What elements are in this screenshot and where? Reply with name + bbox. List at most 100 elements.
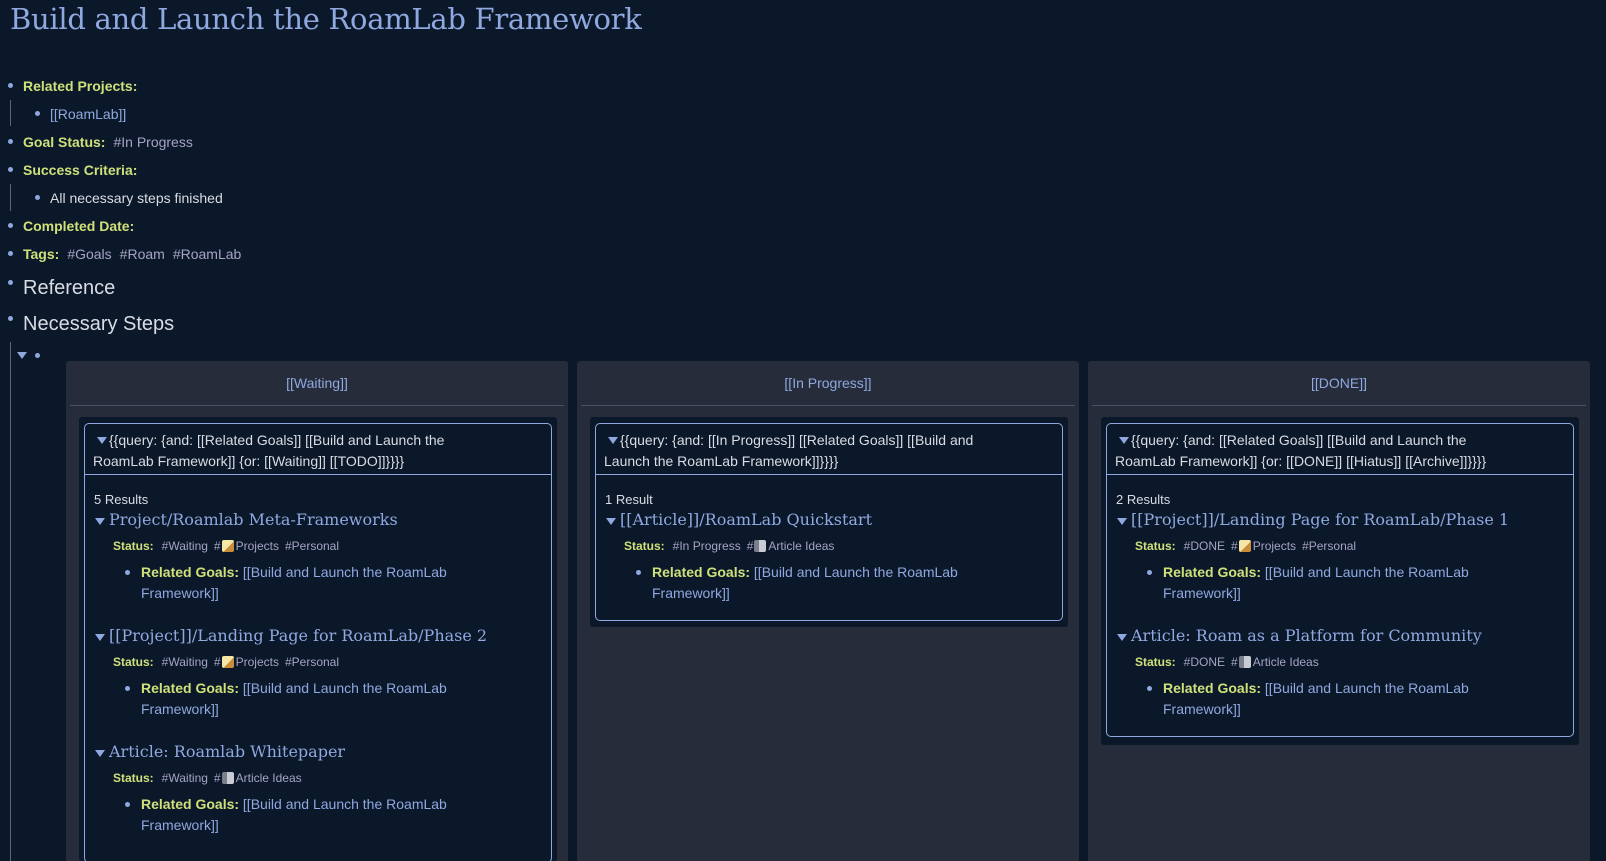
success-criteria-row: Success Criteria: (23, 158, 137, 182)
bullet[interactable] (35, 195, 40, 200)
success-criteria-text[interactable]: All necessary steps finished (50, 190, 223, 206)
column-header[interactable]: [[DONE]] (1088, 361, 1590, 405)
bullet[interactable] (1147, 686, 1152, 691)
bullet[interactable] (8, 167, 13, 172)
goal-link[interactable]: Framework]] (652, 585, 730, 601)
goal-link[interactable]: Framework]] (1163, 701, 1241, 717)
collapse-caret-icon[interactable] (1117, 518, 1127, 525)
goal-link[interactable]: [[Build and Launch the RoamLab (243, 796, 447, 812)
bullet[interactable] (8, 83, 13, 88)
category-tag[interactable]: # Projects (214, 539, 279, 553)
collapse-caret-icon[interactable] (95, 750, 105, 757)
status-tag[interactable]: #Waiting (162, 771, 208, 785)
kanban-column-in-progress: [[In Progress]] {{query: {and: [[In Prog… (577, 361, 1079, 861)
bullet[interactable] (8, 223, 13, 228)
column-header[interactable]: [[Waiting]] (66, 361, 568, 405)
bullet[interactable] (636, 570, 641, 575)
status-tag[interactable]: #Waiting (162, 655, 208, 669)
category-label: Article Ideas (1252, 655, 1319, 669)
category-tag[interactable]: # Article Ideas (214, 771, 302, 785)
query-text-line1: {{query: {and: [[In Progress]] [[Related… (620, 432, 974, 448)
related-projects-label: Related Projects: (23, 78, 138, 94)
status-tag[interactable]: #In Progress (673, 539, 741, 553)
indent-guide (10, 184, 11, 211)
result-status: Status: #Waiting # Article Ideas (113, 771, 302, 785)
goal-link[interactable]: [[Build and Launch the RoamLab (1265, 680, 1469, 696)
goal-link[interactable]: [[Build and Launch the RoamLab (1265, 564, 1469, 580)
collapse-caret-icon[interactable] (17, 352, 27, 359)
in-progress-tag[interactable]: #In Progress (113, 134, 192, 150)
related-goals-label: Related Goals: (652, 564, 751, 580)
goal-link[interactable]: [[Build and Launch the RoamLab (754, 564, 958, 580)
query-header[interactable]: {{query: {and: [[In Progress]] [[Related… (596, 424, 1062, 475)
tags-label: Tags: (23, 246, 60, 262)
success-criteria-item: All necessary steps finished (50, 186, 223, 210)
result-title[interactable]: [[Project]]/Landing Page for RoamLab/Pha… (109, 626, 487, 645)
status-label: Status: (1135, 539, 1176, 553)
goal-link[interactable]: Framework]] (141, 701, 219, 717)
collapse-caret-icon[interactable] (97, 437, 107, 444)
collapse-caret-icon[interactable] (1119, 437, 1129, 444)
status-label: Status: (113, 771, 154, 785)
bullet[interactable] (8, 251, 13, 256)
category-label: Projects (1252, 539, 1297, 553)
result-title[interactable]: Article: Roam as a Platform for Communit… (1131, 626, 1482, 645)
related-goals-label: Related Goals: (141, 564, 240, 580)
tag-goals[interactable]: #Goals (67, 246, 111, 262)
tag-roamlab[interactable]: #RoamLab (173, 246, 242, 262)
goal-link[interactable]: Framework]] (1163, 585, 1241, 601)
bullet[interactable] (35, 111, 40, 116)
status-label: Status: (1135, 655, 1176, 669)
bullet[interactable] (8, 280, 13, 285)
result-title[interactable]: Project/Roamlab Meta-Frameworks (109, 510, 398, 529)
category-tag[interactable]: # Projects (214, 655, 279, 669)
query-header[interactable]: {{query: {and: [[Related Goals]] [[Build… (1107, 424, 1573, 475)
reference-heading[interactable]: Reference (23, 274, 115, 302)
collapse-caret-icon[interactable] (606, 518, 616, 525)
result-status: Status: #Waiting # Projects #Personal (113, 539, 339, 553)
collapse-caret-icon[interactable] (95, 634, 105, 641)
collapse-caret-icon[interactable] (1117, 634, 1127, 641)
necessary-steps-heading[interactable]: Necessary Steps (23, 310, 174, 338)
memo-icon (221, 540, 234, 552)
bullet[interactable] (125, 686, 130, 691)
bullet[interactable] (125, 802, 130, 807)
goal-link[interactable]: Framework]] (141, 817, 219, 833)
query-panel: {{query: {and: [[In Progress]] [[Related… (590, 417, 1068, 627)
bullet[interactable] (125, 570, 130, 575)
personal-tag[interactable]: #Personal (1302, 539, 1356, 553)
column-header[interactable]: [[In Progress]] (577, 361, 1079, 405)
result-title[interactable]: [[Project]]/Landing Page for RoamLab/Pha… (1131, 510, 1509, 529)
tag-roam[interactable]: #Roam (120, 246, 165, 262)
collapse-caret-icon[interactable] (95, 518, 105, 525)
category-label: Projects (235, 655, 279, 669)
bullet[interactable] (8, 316, 13, 321)
related-goals-label: Related Goals: (141, 680, 240, 696)
bullet[interactable] (1147, 570, 1152, 575)
page-title[interactable]: Build and Launch the RoamLab Framework (10, 2, 642, 36)
goal-link[interactable]: Framework]] (141, 585, 219, 601)
result-title[interactable]: [[Article]]/RoamLab Quickstart (620, 510, 872, 529)
status-tag[interactable]: #DONE (1184, 539, 1225, 553)
indent-guide (10, 100, 11, 126)
related-projects-row: Related Projects: (23, 74, 137, 98)
category-tag[interactable]: # Article Ideas (747, 539, 835, 553)
query-header[interactable]: {{query: {and: [[Related Goals]] [[Build… (85, 424, 551, 475)
category-tag[interactable]: # Projects (1231, 539, 1296, 553)
divider (70, 405, 564, 406)
bullet[interactable] (8, 139, 13, 144)
category-tag[interactable]: # Article Ideas (1231, 655, 1319, 669)
query-text-line2: Launch the RoamLab Framework]]}}}} (604, 453, 839, 469)
goal-link[interactable]: [[Build and Launch the RoamLab (243, 680, 447, 696)
status-tag[interactable]: #DONE (1184, 655, 1225, 669)
status-tag[interactable]: #Waiting (162, 539, 208, 553)
collapse-caret-icon[interactable] (608, 437, 618, 444)
status-label: Status: (113, 655, 154, 669)
result-title[interactable]: Article: Roamlab Whitepaper (109, 742, 345, 761)
goal-link[interactable]: [[Build and Launch the RoamLab (243, 564, 447, 580)
roamlab-link[interactable]: [[RoamLab]] (50, 106, 126, 122)
results-count: 1 Result (605, 492, 653, 507)
personal-tag[interactable]: #Personal (285, 539, 339, 553)
bullet[interactable] (35, 353, 40, 358)
personal-tag[interactable]: #Personal (285, 655, 339, 669)
